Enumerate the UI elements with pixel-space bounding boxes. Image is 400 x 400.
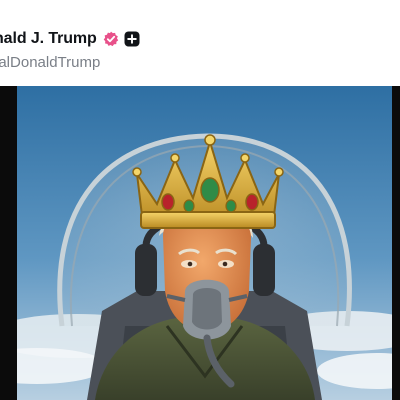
post-view: nald J. Trump ealDonaldTrump [0,0,400,400]
author-display-name[interactable]: nald J. Trump [0,30,97,48]
add-follow-icon[interactable] [124,31,140,47]
post-image[interactable] [17,86,392,400]
author-name-row: nald J. Trump [0,28,140,50]
author-handle[interactable]: ealDonaldTrump [0,54,100,71]
verified-badge-icon [103,31,119,47]
post-header: nald J. Trump ealDonaldTrump [0,22,400,82]
post-media[interactable] [0,86,400,400]
